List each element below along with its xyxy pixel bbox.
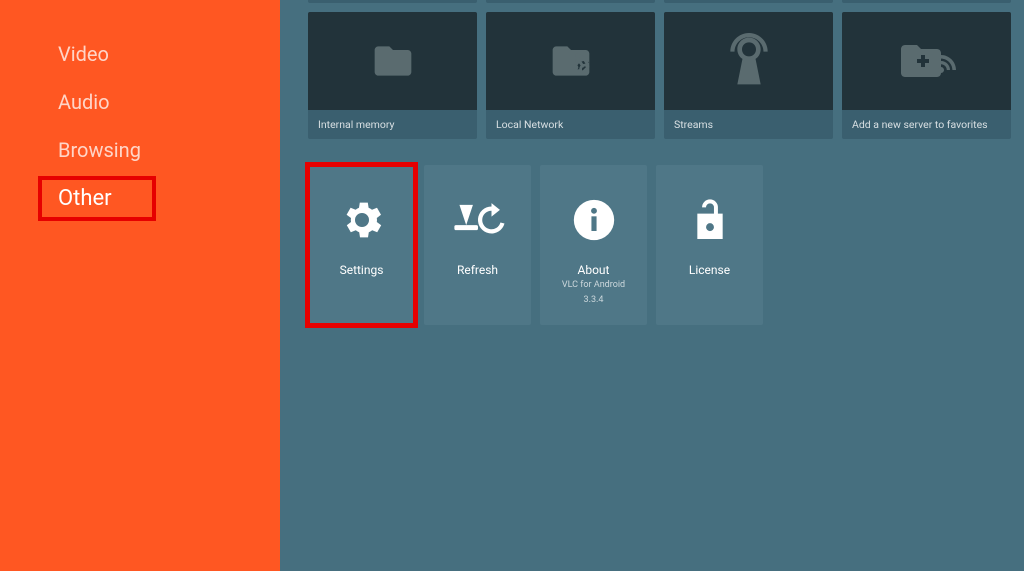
browse-tile-label: Add a new server to favorites — [842, 110, 1011, 139]
gear-icon — [338, 189, 386, 251]
sidebar-item-video[interactable]: Video — [0, 30, 280, 78]
tile-title: License — [689, 263, 730, 277]
browse-tile-local-network[interactable]: Local Network — [486, 12, 655, 139]
browse-row: Internal memory Local Network Streams Ad… — [308, 12, 1024, 139]
browse-tile-label: Local Network — [486, 110, 655, 139]
browse-tile-streams[interactable]: Streams — [664, 12, 833, 139]
sidebar: Video Audio Browsing Other — [0, 0, 280, 571]
browse-tile-label: Streams — [664, 110, 833, 139]
sidebar-item-browsing[interactable]: Browsing — [0, 126, 280, 174]
info-icon — [572, 189, 616, 251]
other-tile-refresh[interactable]: Refresh — [424, 165, 531, 325]
folder-icon — [308, 12, 477, 110]
sidebar-item-other[interactable]: Other — [0, 174, 280, 223]
partial-tile — [842, 0, 1011, 3]
tile-sub2: 3.3.4 — [584, 295, 604, 307]
partial-tile — [664, 0, 833, 3]
unlock-icon — [691, 189, 729, 251]
browse-tile-label: Internal memory — [308, 110, 477, 139]
content-pane: Internal memory Local Network Streams Ad… — [280, 0, 1024, 571]
refresh-icon — [451, 189, 505, 251]
row-partial-top — [308, 0, 1024, 3]
other-tile-license[interactable]: License — [656, 165, 763, 325]
stream-icon — [664, 12, 833, 110]
other-tile-about[interactable]: About VLC for Android 3.3.4 — [540, 165, 647, 325]
sidebar-item-audio[interactable]: Audio — [0, 78, 280, 126]
other-row: Settings Refresh About VLC for Android 3… — [308, 165, 1024, 325]
other-tile-settings[interactable]: Settings — [308, 165, 415, 325]
tile-title: About — [578, 263, 610, 277]
add-server-icon — [842, 12, 1011, 110]
partial-tile — [308, 0, 477, 3]
tile-sub1: VLC for Android — [562, 280, 625, 292]
partial-tile — [486, 0, 655, 3]
folder-network-icon — [486, 12, 655, 110]
tile-title: Refresh — [457, 263, 498, 277]
browse-tile-add-server[interactable]: Add a new server to favorites — [842, 12, 1011, 139]
tile-title: Settings — [340, 263, 384, 277]
browse-tile-internal-memory[interactable]: Internal memory — [308, 12, 477, 139]
